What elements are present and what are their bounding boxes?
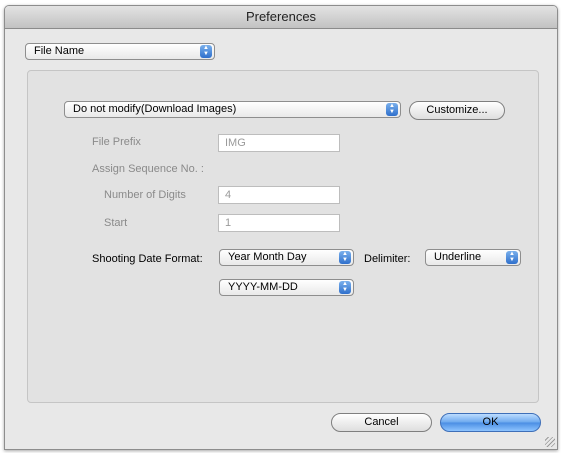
customize-button[interactable]: Customize... bbox=[409, 101, 505, 120]
shooting-date-format-label: Shooting Date Format: bbox=[92, 253, 203, 265]
number-of-digits-field[interactable]: 4 bbox=[218, 186, 340, 204]
delimiter-popup-label: Underline bbox=[434, 251, 482, 263]
date-order-popup[interactable]: Year Month Day ▲ ▼ bbox=[219, 249, 354, 266]
rename-mode-popup[interactable]: Do not modify(Download Images) ▲ ▼ bbox=[64, 101, 401, 118]
preferences-window: Preferences File Name ▲ ▼ Do not modify(D… bbox=[4, 5, 558, 450]
category-popup-label: File Name bbox=[34, 45, 85, 57]
category-popup[interactable]: File Name ▲ ▼ bbox=[25, 43, 215, 60]
ok-button[interactable]: OK bbox=[440, 413, 541, 432]
date-order-popup-label: Year Month Day bbox=[228, 251, 307, 263]
window-title: Preferences bbox=[5, 6, 557, 29]
popup-arrows-icon: ▲ ▼ bbox=[506, 251, 518, 264]
popup-arrows-icon: ▲ ▼ bbox=[200, 45, 212, 58]
file-prefix-label: File Prefix bbox=[92, 136, 141, 148]
date-format-popup-label: YYYY-MM-DD bbox=[228, 281, 298, 293]
number-of-digits-label: Number of Digits bbox=[104, 189, 186, 201]
popup-arrows-icon: ▲ ▼ bbox=[339, 251, 351, 264]
date-format-popup[interactable]: YYYY-MM-DD ▲ ▼ bbox=[219, 279, 354, 296]
delimiter-label: Delimiter: bbox=[364, 253, 411, 265]
popup-arrows-icon: ▲ ▼ bbox=[339, 281, 351, 294]
delimiter-popup[interactable]: Underline ▲ ▼ bbox=[425, 249, 521, 266]
cancel-button[interactable]: Cancel bbox=[331, 413, 432, 432]
file-prefix-field[interactable]: IMG bbox=[218, 134, 340, 152]
resize-grip-icon[interactable] bbox=[545, 437, 555, 447]
popup-arrows-icon: ▲ ▼ bbox=[386, 103, 398, 116]
start-field[interactable]: 1 bbox=[218, 214, 340, 232]
start-label: Start bbox=[104, 217, 128, 229]
assign-sequence-label: Assign Sequence No. : bbox=[92, 163, 204, 175]
rename-mode-popup-label: Do not modify(Download Images) bbox=[73, 103, 237, 115]
